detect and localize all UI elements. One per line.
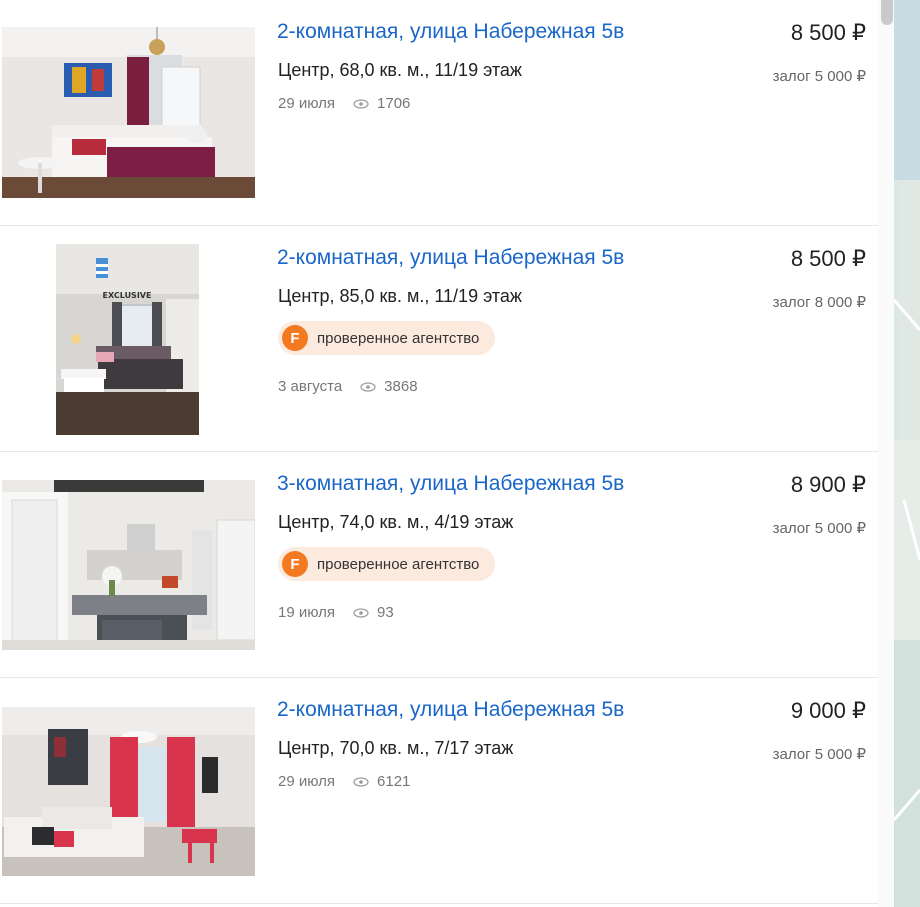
- listing-photo[interactable]: [2, 707, 255, 876]
- agency-f-logo-icon: F: [282, 325, 308, 351]
- listing-views-count: 93: [377, 604, 394, 621]
- agency-f-logo-icon: F: [282, 551, 308, 577]
- listing-meta: 19 июля 93: [278, 604, 394, 621]
- listing-price: 8 500 ₽: [790, 20, 866, 45]
- eye-icon: [353, 776, 369, 787]
- photo-logo-text: EXCLUSIVE: [103, 291, 152, 300]
- listing-date: 19 июля: [278, 604, 336, 621]
- listing-views-count: 3868: [384, 378, 418, 395]
- map-preview-strip[interactable]: [894, 0, 920, 907]
- listing-deposit: залог 5 000 ₽: [772, 746, 866, 763]
- listing-views-count: 1706: [377, 95, 411, 112]
- eye-icon: [353, 607, 369, 618]
- eye-icon: [353, 98, 369, 109]
- listing-title-link[interactable]: 2-комнатная, улица Набережная 5в: [277, 698, 624, 722]
- listing-photo[interactable]: EXCLUSIVE: [56, 244, 199, 435]
- listing-details: Центр, 74,0 кв. м., 4/19 этаж: [278, 512, 514, 532]
- listing-deposit: залог 8 000 ₽: [772, 294, 866, 311]
- scrollbar-thumb[interactable]: [881, 0, 893, 25]
- listing-card[interactable]: EXCLUSIVE 2-комнатная, улица Набережная …: [0, 226, 878, 452]
- listing-card[interactable]: 2-комнатная, улица Набережная 5в Центр, …: [0, 0, 878, 226]
- listing-details: Центр, 85,0 кв. м., 11/19 этаж: [278, 286, 522, 306]
- listing-views: 1706: [353, 95, 410, 112]
- listing-title-link[interactable]: 2-комнатная, улица Набережная 5в: [277, 20, 624, 44]
- listing-photo[interactable]: [2, 480, 255, 650]
- listing-card[interactable]: 3-комнатная, улица Набережная 5в Центр, …: [0, 452, 878, 678]
- listing-views: 6121: [353, 773, 410, 790]
- listing-title-link[interactable]: 3-комнатная, улица Набережная 5в: [277, 472, 624, 496]
- badge-label: проверенное агентство: [317, 555, 480, 573]
- listing-date: 3 августа: [278, 378, 343, 395]
- listing-date: 29 июля: [278, 95, 336, 112]
- listings-list: 2-комнатная, улица Набережная 5в Центр, …: [0, 0, 878, 907]
- listing-price: 8 500 ₽: [790, 246, 866, 271]
- listing-price: 8 900 ₽: [790, 472, 866, 497]
- listing-meta: 3 августа 3868: [278, 378, 418, 395]
- listing-deposit: залог 5 000 ₽: [772, 520, 866, 537]
- listing-views: 93: [353, 604, 394, 621]
- listing-title-link[interactable]: 2-комнатная, улица Набережная 5в: [277, 246, 624, 270]
- scrollbar-track[interactable]: [878, 0, 894, 907]
- listing-meta: 29 июля 1706: [278, 95, 410, 112]
- listing-details: Центр, 68,0 кв. м., 11/19 этаж: [278, 60, 522, 80]
- listing-views: 3868: [360, 378, 418, 395]
- eye-icon: [360, 381, 376, 392]
- listing-price: 9 000 ₽: [790, 698, 866, 723]
- listing-deposit: залог 5 000 ₽: [772, 68, 866, 85]
- listing-card[interactable]: 2-комнатная, улица Набережная 5в Центр, …: [0, 678, 878, 904]
- badge-label: проверенное агентство: [317, 329, 480, 347]
- verified-agency-badge[interactable]: F проверенное агентство: [278, 321, 496, 355]
- listing-details: Центр, 70,0 кв. м., 7/17 этаж: [278, 738, 514, 758]
- listing-photo[interactable]: [2, 27, 255, 198]
- verified-agency-badge[interactable]: F проверенное агентство: [278, 547, 496, 581]
- listing-meta: 29 июля 6121: [278, 773, 410, 790]
- listing-date: 29 июля: [278, 773, 336, 790]
- listing-views-count: 6121: [377, 773, 411, 790]
